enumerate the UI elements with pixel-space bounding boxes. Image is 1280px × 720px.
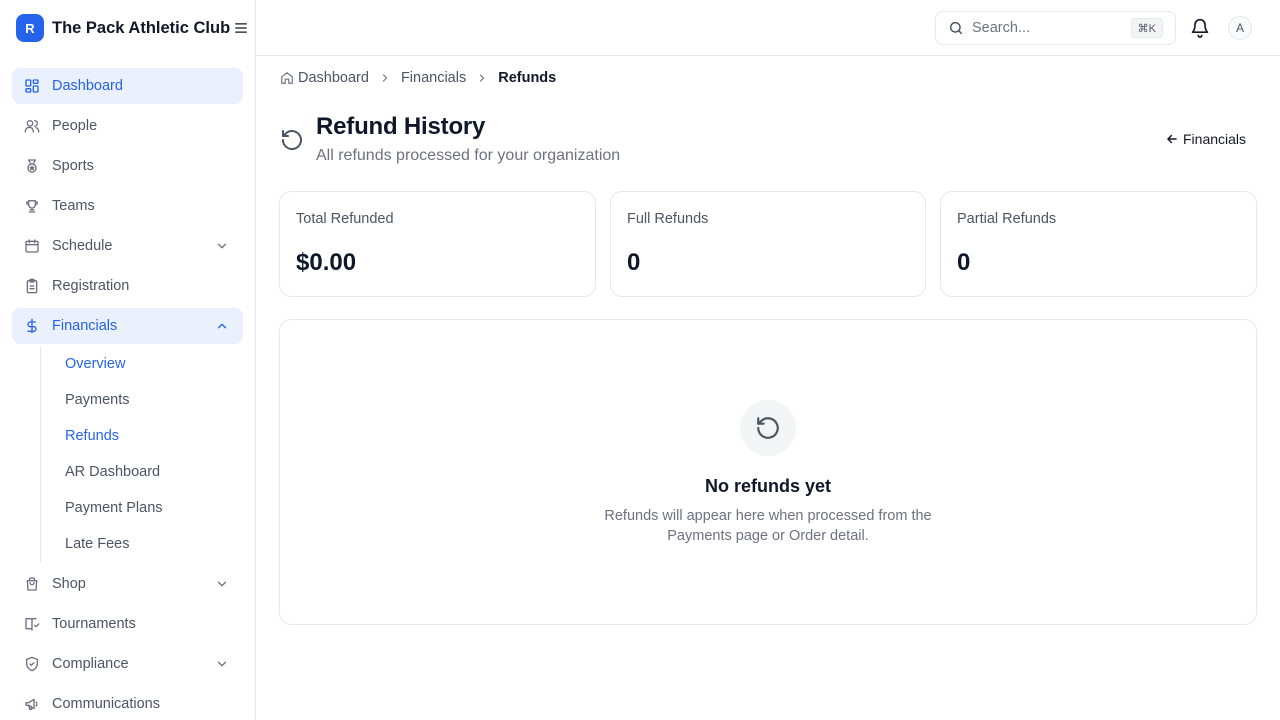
chevron-down-icon [217, 661, 227, 667]
shopping-bag-icon [26, 577, 38, 591]
stat-value: 0 [627, 249, 641, 276]
sidebar-item-compliance[interactable]: Compliance [12, 646, 243, 682]
page-subtitle: All refunds processed for your organizat… [316, 147, 621, 164]
sidebar-item-registration[interactable]: Registration [12, 268, 243, 304]
sidebar-item-label: Compliance [52, 656, 129, 672]
sidebar-item-financials[interactable]: Financials [12, 308, 243, 344]
sidebar-nav: Dashboard People Sports Teams Schedule R… [12, 68, 243, 720]
menu-icon[interactable] [234, 21, 248, 35]
avatar[interactable]: A [1228, 16, 1252, 40]
breadcrumb-financials[interactable]: Financials [401, 70, 466, 86]
sidebar-item-label: Schedule [52, 238, 113, 254]
sidebar-item-communications[interactable]: Communications [12, 686, 243, 720]
back-link-label: Financials [1183, 131, 1247, 147]
search-placeholder: Search... [972, 20, 1031, 36]
megaphone-icon [25, 698, 38, 710]
stat-value: 0 [957, 249, 971, 276]
search-shortcut-badge: ⌘K [1130, 18, 1163, 38]
chevron-right-icon [480, 74, 485, 82]
empty-state-icon-circle [740, 400, 796, 456]
sidebar-item-label: Sports [52, 158, 94, 174]
breadcrumb-dashboard[interactable]: Dashboard [298, 70, 369, 86]
home-icon [281, 72, 293, 84]
chevron-down-icon [217, 581, 227, 587]
sidebar-item-label: Shop [52, 576, 86, 592]
sidebar-item-tournaments[interactable]: Tournaments [12, 606, 243, 642]
rotate-ccw-icon [757, 417, 779, 439]
stat-label: Full Refunds [627, 211, 709, 227]
back-to-financials-link[interactable]: Financials [1165, 131, 1246, 147]
financials-subnav: Overview Payments Refunds AR Dashboard P… [40, 346, 243, 562]
chevron-right-icon [382, 74, 388, 82]
empty-state-card: No refunds yet Refunds will appear here … [279, 319, 1257, 625]
top-bar: Search... ⌘K A [256, 0, 1280, 56]
empty-state-text: Refunds will appear here when processed … [604, 508, 932, 544]
sidebar-item-shop[interactable]: Shop [12, 566, 243, 602]
empty-state-title: No refunds yet [704, 476, 832, 496]
dollar-sign-icon [27, 318, 37, 334]
sidebar-item-label: Teams [52, 198, 95, 214]
sidebar-subitem-late-fees[interactable]: Late Fees [41, 526, 243, 562]
calendar-icon [25, 239, 39, 253]
sidebar: R The Pack Athletic Club Dashboard Peopl… [0, 0, 256, 720]
book-icon [25, 618, 40, 631]
users-icon [24, 120, 40, 133]
stat-label: Total Refunded [296, 211, 394, 227]
sidebar-item-schedule[interactable]: Schedule [12, 228, 243, 264]
sidebar-item-label: Dashboard [52, 78, 123, 94]
stat-card-full-refunds: Full Refunds 0 [610, 191, 926, 297]
stat-label: Partial Refunds [957, 211, 1057, 227]
sidebar-item-label: Tournaments [52, 616, 136, 632]
clipboard-icon [26, 278, 38, 294]
sidebar-subitem-payment-plans[interactable]: Payment Plans [41, 490, 243, 526]
sidebar-item-people[interactable]: People [12, 108, 243, 144]
layout-dashboard-icon [25, 79, 39, 93]
sidebar-subitem-refunds[interactable]: Refunds [41, 418, 243, 454]
arrow-left-icon [1167, 134, 1177, 144]
stat-value: $0.00 [296, 249, 357, 276]
sidebar-item-teams[interactable]: Teams [12, 188, 243, 224]
trophy-icon [25, 200, 39, 213]
sidebar-subitem-ar-dashboard[interactable]: AR Dashboard [41, 454, 243, 490]
breadcrumb: Dashboard Financials Refunds [280, 70, 556, 86]
sidebar-item-label: People [52, 118, 98, 134]
sidebar-subitem-payments[interactable]: Payments [41, 382, 243, 418]
stat-card-total-refunded: Total Refunded $0.00 [279, 191, 596, 297]
sidebar-item-label: Financials [52, 318, 118, 334]
brand-logo: R [16, 14, 44, 42]
rotate-ccw-icon [281, 130, 302, 151]
brand-name: The Pack Athletic Club [52, 18, 231, 37]
sidebar-item-dashboard[interactable]: Dashboard [12, 68, 243, 104]
page-title: Refund History [316, 113, 486, 140]
chevron-down-icon [217, 243, 227, 249]
sidebar-item-label: Registration [52, 278, 130, 294]
stat-card-partial-refunds: Partial Refunds 0 [940, 191, 1257, 297]
search-input[interactable]: Search... ⌘K [935, 11, 1176, 45]
brand: R The Pack Athletic Club [0, 0, 255, 56]
search-icon [949, 21, 963, 35]
medal-icon [27, 159, 37, 173]
breadcrumb-refunds: Refunds [498, 70, 557, 86]
chevron-up-icon [217, 323, 227, 329]
sidebar-item-sports[interactable]: Sports [12, 148, 243, 184]
shield-check-icon [26, 656, 38, 672]
sidebar-subitem-overview[interactable]: Overview [41, 346, 243, 382]
sidebar-item-label: Communications [52, 696, 160, 712]
bell-icon[interactable] [1190, 18, 1210, 38]
